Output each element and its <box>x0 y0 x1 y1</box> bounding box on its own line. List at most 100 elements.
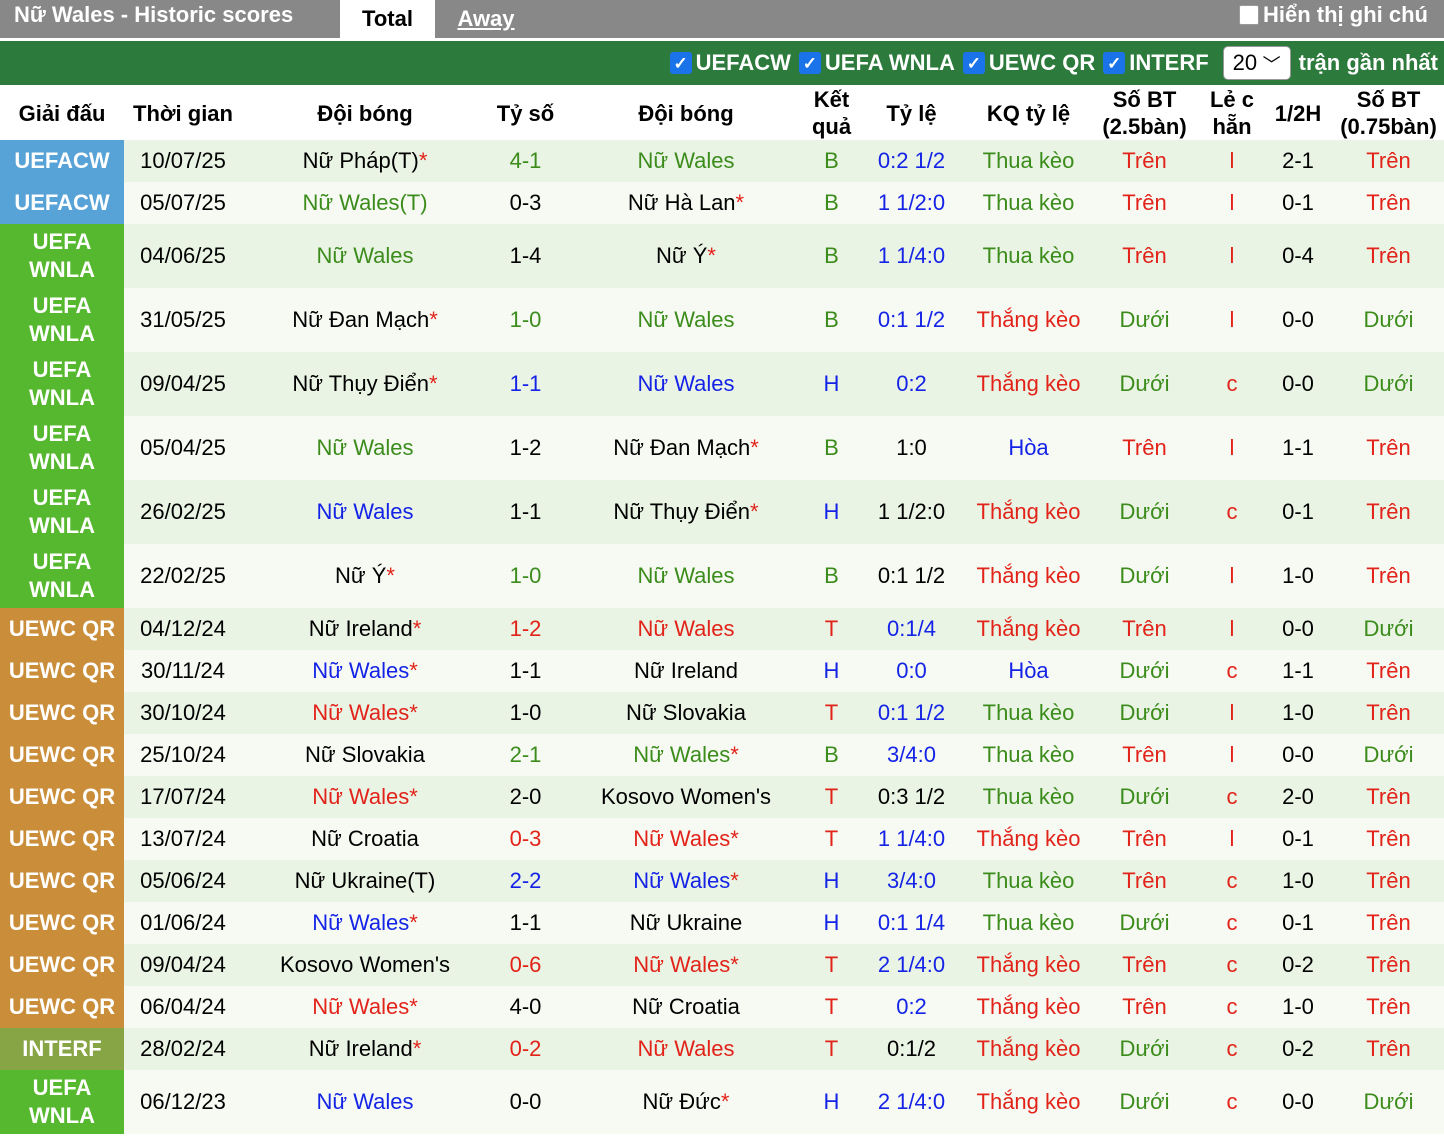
match-score-text[interactable]: 1-2 <box>510 435 542 460</box>
show-notes-checkbox[interactable] <box>1239 5 1259 25</box>
col-header-odds[interactable]: Tỷ lệ <box>854 86 969 140</box>
table-row[interactable]: UEWC QR 05/06/24 Nữ Ukraine(T) 2-2 Nữ Wales*… <box>0 860 1444 902</box>
match-score-text[interactable]: 2-0 <box>510 784 542 809</box>
table-row[interactable]: UEWC QR 25/10/24 Nữ Slovakia 2-1 Nữ Wales* B 3… <box>0 734 1444 776</box>
away-team-text[interactable]: Nữ Wales <box>633 868 730 893</box>
filter-checkbox-interf[interactable]: ✓ <box>1103 52 1126 74</box>
match-score-text[interactable]: 0-6 <box>510 952 542 977</box>
match-count-select[interactable]: 20 ﹀ <box>1222 46 1291 80</box>
away-team-text[interactable]: Nữ Wales <box>637 148 734 173</box>
col-header-result[interactable]: Kết quả <box>809 86 854 140</box>
filter-checkbox-wnla[interactable]: ✓ <box>798 52 821 74</box>
home-team-text[interactable]: Nữ Pháp(T) <box>303 148 419 173</box>
col-header-goals-2-5[interactable]: Số BT (2.5bàn) <box>1088 86 1201 140</box>
away-team-text[interactable]: Nữ Wales <box>633 826 730 851</box>
home-team-text[interactable]: Nữ Croatia <box>311 826 419 851</box>
table-row[interactable]: UEFA WNLA 22/02/25 Nữ Ý* 1-0 Nữ Wales B 0:1 1/… <box>0 544 1444 608</box>
home-team-text[interactable]: Nữ Wales <box>312 910 409 935</box>
table-row[interactable]: UEFA WNLA 06/12/23 Nữ Wales 0-0 Nữ Đức* H 2 1/… <box>0 1070 1444 1134</box>
filter-checkbox-uewc[interactable]: ✓ <box>962 52 985 74</box>
away-team-text[interactable]: Kosovo Women's <box>601 784 771 809</box>
table-row[interactable]: UEFACW 05/07/25 Nữ Wales(T) 0-3 Nữ Hà Lan* B 1… <box>0 182 1444 224</box>
away-team-text[interactable]: Nữ Wales <box>637 563 734 588</box>
home-team-text[interactable]: Nữ Wales <box>316 1089 413 1114</box>
home-team-text[interactable]: Nữ Ireland <box>309 616 413 641</box>
match-score-text[interactable]: 0-3 <box>510 190 542 215</box>
table-row[interactable]: UEFA WNLA 26/02/25 Nữ Wales 1-1 Nữ Thụy Điển… <box>0 480 1444 544</box>
table-row[interactable]: UEFA WNLA 31/05/25 Nữ Đan Mạch* 1-0 Nữ Wales… <box>0 288 1444 352</box>
match-score-text[interactable]: 1-0 <box>510 307 542 332</box>
match-score-text[interactable]: 0-2 <box>510 1036 542 1061</box>
home-team-text[interactable]: Nữ Wales <box>316 243 413 268</box>
col-header-odd-even[interactable]: Lẻ c hẵn <box>1201 86 1263 140</box>
home-team-text[interactable]: Nữ Wales(T) <box>302 190 427 215</box>
home-team-text[interactable]: Nữ Thụy Điển <box>292 371 429 396</box>
match-score-text[interactable]: 4-0 <box>510 994 542 1019</box>
match-score-text[interactable]: 4-1 <box>510 148 542 173</box>
col-header-score[interactable]: Tỷ số <box>488 86 563 140</box>
table-row[interactable]: UEWC QR 04/12/24 Nữ Ireland* 1-2 Nữ Wales T 0:… <box>0 608 1444 650</box>
away-team-text[interactable]: Nữ Ukraine <box>630 910 743 935</box>
table-row[interactable]: UEWC QR 30/11/24 Nữ Wales* 1-1 Nữ Ireland H 0:… <box>0 650 1444 692</box>
show-notes-toggle[interactable]: Hiển thị ghi chú <box>1239 2 1428 28</box>
table-row[interactable]: UEWC QR 30/10/24 Nữ Wales* 1-0 Nữ Slovakia T 0… <box>0 692 1444 734</box>
away-team-text[interactable]: Nữ Đan Mạch <box>613 435 750 460</box>
match-score-text[interactable]: 2-2 <box>510 868 542 893</box>
home-team-text[interactable]: Nữ Wales <box>316 435 413 460</box>
col-header-competition[interactable]: Giải đấu <box>0 86 124 140</box>
away-team-text[interactable]: Nữ Đức <box>643 1089 721 1114</box>
match-score-text[interactable]: 1-1 <box>510 910 542 935</box>
away-team-text[interactable]: Nữ Wales <box>637 371 734 396</box>
away-team-text[interactable]: Nữ Hà Lan <box>628 190 736 215</box>
table-row[interactable]: UEWC QR 06/04/24 Nữ Wales* 4-0 Nữ Croatia T 0:… <box>0 986 1444 1028</box>
table-row[interactable]: INTERF 28/02/24 Nữ Ireland* 0-2 Nữ Wales T 0:1… <box>0 1028 1444 1070</box>
table-row[interactable]: UEWC QR 09/04/24 Kosovo Women's 0-6 Nữ Wales… <box>0 944 1444 986</box>
home-team-text[interactable]: Nữ Wales <box>312 700 409 725</box>
away-team-text[interactable]: Nữ Ireland <box>634 658 738 683</box>
away-team-text[interactable]: Nữ Wales <box>637 1036 734 1061</box>
table-row[interactable]: UEWC QR 01/06/24 Nữ Wales* 1-1 Nữ Ukraine H 0:… <box>0 902 1444 944</box>
tab-away[interactable]: Away <box>440 0 532 38</box>
home-team-text[interactable]: Nữ Đan Mạch <box>292 307 429 332</box>
col-header-goals-0-75[interactable]: Số BT (0.75bàn) <box>1333 86 1444 140</box>
table-row[interactable]: UEFA WNLA 04/06/25 Nữ Wales 1-4 Nữ Ý* B 1 1/4:… <box>0 224 1444 288</box>
home-team-text[interactable]: Nữ Wales <box>312 994 409 1019</box>
table-row[interactable]: UEFA WNLA 05/04/25 Nữ Wales 1-2 Nữ Đan Mạch*… <box>0 416 1444 480</box>
home-team-text[interactable]: Nữ Wales <box>312 658 409 683</box>
away-team-text[interactable]: Nữ Slovakia <box>626 700 746 725</box>
away-team-text[interactable]: Nữ Wales <box>637 307 734 332</box>
col-header-half-time[interactable]: 1/2H <box>1263 86 1333 140</box>
filter-checkbox-uefacw[interactable]: ✓ <box>669 52 692 74</box>
match-score-text[interactable]: 0-3 <box>510 826 542 851</box>
away-team-text[interactable]: Nữ Croatia <box>632 994 740 1019</box>
match-score-text[interactable]: 1-4 <box>510 243 542 268</box>
table-row[interactable]: UEFA WNLA 09/04/25 Nữ Thụy Điển* 1-1 Nữ Wale… <box>0 352 1444 416</box>
match-score-text[interactable]: 1-1 <box>510 499 542 524</box>
match-score-text[interactable]: 0-0 <box>510 1089 542 1114</box>
col-header-odds-result[interactable]: KQ tỷ lệ <box>969 86 1088 140</box>
match-score-text[interactable]: 1-0 <box>510 563 542 588</box>
home-team-text[interactable]: Nữ Wales <box>316 499 413 524</box>
away-team-text[interactable]: Nữ Ý <box>656 243 707 268</box>
home-team-text[interactable]: Nữ Slovakia <box>305 742 425 767</box>
table-row[interactable]: UEWC QR 17/07/24 Nữ Wales* 2-0 Kosovo Women'… <box>0 776 1444 818</box>
away-team-text[interactable]: Nữ Wales <box>633 952 730 977</box>
match-score-text[interactable]: 1-1 <box>510 371 542 396</box>
col-header-home[interactable]: Đội bóng <box>242 86 488 140</box>
table-row[interactable]: UEFACW 10/07/25 Nữ Pháp(T)* 4-1 Nữ Wales B 0:2… <box>0 140 1444 182</box>
match-score-text[interactable]: 2-1 <box>510 742 542 767</box>
match-score-text[interactable]: 1-1 <box>510 658 542 683</box>
away-team-text[interactable]: Nữ Thụy Điển <box>613 499 750 524</box>
col-header-away[interactable]: Đội bóng <box>563 86 809 140</box>
table-row[interactable]: UEWC QR 13/07/24 Nữ Croatia 0-3 Nữ Wales* T 1 … <box>0 818 1444 860</box>
home-team-text[interactable]: Nữ Ukraine(T) <box>295 868 436 893</box>
col-header-date[interactable]: Thời gian <box>124 86 242 140</box>
tab-total[interactable]: Total <box>340 0 435 38</box>
home-team-text[interactable]: Kosovo Women's <box>280 952 450 977</box>
away-team-text[interactable]: Nữ Wales <box>633 742 730 767</box>
away-team-text[interactable]: Nữ Wales <box>637 616 734 641</box>
home-team-text[interactable]: Nữ Ý <box>335 563 386 588</box>
home-team-text[interactable]: Nữ Ireland <box>309 1036 413 1061</box>
match-score-text[interactable]: 1-0 <box>510 700 542 725</box>
match-score-text[interactable]: 1-2 <box>510 616 542 641</box>
